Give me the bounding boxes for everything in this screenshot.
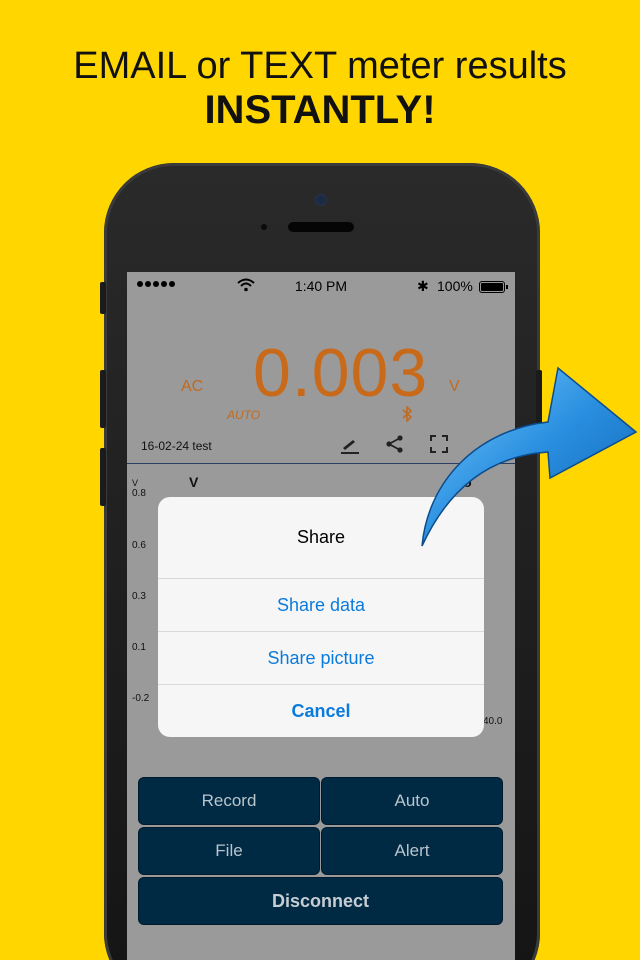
headline: EMAIL or TEXT meter results INSTANTLY! (0, 44, 640, 132)
alert-button[interactable]: Alert (321, 827, 503, 875)
y-tick-label: 0.1 (132, 642, 146, 653)
disconnect-button[interactable]: Disconnect (138, 877, 503, 925)
edit-icon[interactable] (339, 434, 361, 454)
bluetooth-status-icon: ✱ (417, 278, 429, 294)
phone-volume-down (100, 448, 106, 506)
auto-button[interactable]: Auto (321, 777, 503, 825)
record-button[interactable]: Record (138, 777, 320, 825)
share-icon[interactable] (385, 434, 405, 454)
front-camera (316, 195, 326, 205)
y-tick-label: 0.8 (132, 488, 146, 499)
y-tick-label: -0.2 (132, 693, 150, 704)
reading-range: AUTO (227, 408, 261, 422)
cancel-button[interactable]: Cancel (158, 684, 484, 737)
curved-arrow-icon (421, 366, 638, 547)
proximity-sensor (261, 224, 267, 230)
phone-mute-switch (100, 282, 106, 314)
y-tick-label: 0.3 (132, 591, 146, 602)
series-label: V (189, 474, 199, 490)
status-bar: 1:40 PM ✱ 100% (127, 272, 515, 300)
headline-line-2: INSTANTLY! (204, 88, 436, 132)
battery-icon (479, 281, 508, 293)
y-tick-label: 0.6 (132, 540, 146, 551)
reading-value: 0.003 (253, 335, 429, 411)
phone-volume-up (100, 370, 106, 428)
headline-line-1: EMAIL or TEXT meter results (73, 45, 567, 87)
share-data-button[interactable]: Share data (158, 578, 484, 631)
file-name: 16-02-24 test (141, 439, 212, 453)
reading-mode: AC (181, 378, 204, 395)
file-button[interactable]: File (138, 827, 320, 875)
earpiece-speaker (288, 222, 354, 232)
y-axis-label: V (132, 478, 139, 488)
x-tick-label: 40.0 (483, 716, 503, 727)
battery-percent: 100% (437, 278, 473, 294)
share-picture-button[interactable]: Share picture (158, 631, 484, 684)
